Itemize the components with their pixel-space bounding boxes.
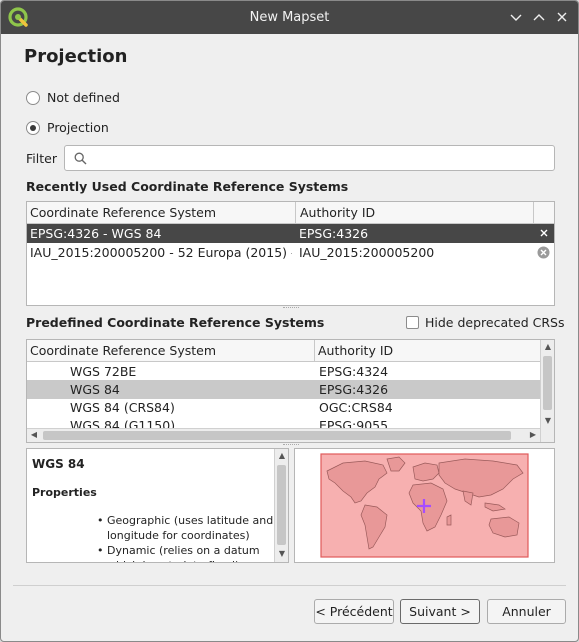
property-item: Geographic (uses latitude and longitude … xyxy=(97,513,279,543)
recent-crs-heading: Recently Used Coordinate Reference Syste… xyxy=(26,179,349,194)
remove-icon[interactable] xyxy=(537,246,550,259)
close-icon[interactable] xyxy=(554,9,570,25)
properties-heading: Properties xyxy=(32,486,97,499)
scroll-down-icon[interactable]: ▼ xyxy=(275,549,288,558)
scroll-up-icon[interactable]: ▲ xyxy=(275,451,288,460)
table-row[interactable]: IAU_2015:200005200 - 52 Europa (2015) - … xyxy=(27,243,554,262)
scroll-thumb[interactable] xyxy=(43,431,511,440)
authority-cell: IAU_2015:200005200 xyxy=(299,245,435,260)
cancel-button[interactable]: Annuler xyxy=(487,599,566,624)
splitter-handle[interactable] xyxy=(283,307,299,310)
crs-name-cell: EPSG:4326 - WGS 84 xyxy=(30,226,162,241)
crs-name-cell: WGS 72BE xyxy=(70,364,137,379)
splitter-handle[interactable] xyxy=(283,444,299,447)
column-divider[interactable] xyxy=(295,202,296,224)
column-divider[interactable] xyxy=(533,202,534,224)
back-button[interactable]: < Précédent xyxy=(314,599,394,624)
page-title: Projection xyxy=(24,46,128,67)
crs-name-cell: WGS 84 (CRS84) xyxy=(70,400,175,415)
table-row[interactable]: WGS 84 EPSG:4326 xyxy=(27,380,540,399)
footer-separator xyxy=(13,585,566,586)
hide-deprecated-label: Hide deprecated CRSs xyxy=(425,315,565,330)
remove-icon[interactable] xyxy=(539,228,549,238)
filter-label: Filter xyxy=(26,151,57,166)
authority-cell: EPSG:4326 xyxy=(319,382,389,397)
filter-field[interactable] xyxy=(64,145,555,171)
filter-input[interactable] xyxy=(93,149,548,167)
table-header: Coordinate Reference System Authority ID xyxy=(27,340,540,362)
radio-button[interactable] xyxy=(26,90,40,105)
chevron-down-icon[interactable] xyxy=(508,9,524,25)
scroll-thumb[interactable] xyxy=(277,465,286,545)
crs-name-cell: IAU_2015:200005200 - 52 Europa (2015) - … xyxy=(30,245,292,260)
column-header-crs[interactable]: Coordinate Reference System xyxy=(30,343,216,358)
scroll-left-icon[interactable]: ◀ xyxy=(27,430,41,439)
crs-extent-map xyxy=(294,448,555,563)
new-mapset-dialog: New Mapset Projection Not defined Projec… xyxy=(0,0,579,642)
chevron-up-icon[interactable] xyxy=(531,9,547,25)
table-row[interactable]: WGS 72BE EPSG:4324 xyxy=(27,362,540,381)
world-map xyxy=(320,453,529,558)
table-row[interactable]: WGS 84 (CRS84) OGC:CRS84 xyxy=(27,398,540,417)
properties-list: Geographic (uses latitude and longitude … xyxy=(97,513,279,562)
table-row[interactable]: EPSG:4326 - WGS 84 EPSG:4326 xyxy=(27,224,554,243)
crs-name-cell: WGS 84 xyxy=(70,382,120,397)
next-button[interactable]: Suivant > xyxy=(400,599,480,624)
horizontal-scrollbar[interactable]: ◀ ▶ xyxy=(27,428,540,442)
scroll-up-icon[interactable]: ▲ xyxy=(541,342,554,351)
column-divider[interactable] xyxy=(314,340,315,362)
authority-cell: EPSG:4324 xyxy=(319,364,389,379)
radio-label: Projection xyxy=(47,120,109,135)
vertical-scrollbar[interactable]: ▲ ▼ xyxy=(540,340,554,442)
radio-projection[interactable]: Projection xyxy=(26,120,109,135)
crs-details-panel: WGS 84 Properties Geographic (uses latit… xyxy=(26,448,289,563)
window-title: New Mapset xyxy=(249,10,330,25)
column-header-authority[interactable]: Authority ID xyxy=(300,205,375,220)
table-header: Coordinate Reference System Authority ID xyxy=(27,202,554,224)
radio-label: Not defined xyxy=(47,90,120,105)
radio-button[interactable] xyxy=(26,120,40,135)
authority-cell: EPSG:4326 xyxy=(299,226,369,241)
scroll-right-icon[interactable]: ▶ xyxy=(526,430,540,439)
vertical-scrollbar[interactable]: ▲ ▼ xyxy=(274,449,288,562)
authority-cell: OGC:CRS84 xyxy=(319,400,393,415)
radio-not-defined[interactable]: Not defined xyxy=(26,90,120,105)
scroll-thumb[interactable] xyxy=(543,356,552,410)
title-bar: New Mapset xyxy=(1,1,578,34)
predefined-crs-heading: Predefined Coordinate Reference Systems xyxy=(26,315,325,330)
property-item: Dynamic (relies on a datum which is not … xyxy=(97,543,279,562)
recent-crs-table[interactable]: Coordinate Reference System Authority ID… xyxy=(26,201,555,306)
scroll-down-icon[interactable]: ▼ xyxy=(541,416,554,425)
crs-details-title: WGS 84 xyxy=(32,457,85,471)
hide-deprecated-checkbox[interactable] xyxy=(406,316,419,329)
hide-deprecated-toggle[interactable]: Hide deprecated CRSs xyxy=(406,315,564,330)
predefined-crs-table[interactable]: Coordinate Reference System Authority ID… xyxy=(26,339,555,443)
column-header-crs[interactable]: Coordinate Reference System xyxy=(30,205,216,220)
column-header-authority[interactable]: Authority ID xyxy=(318,343,393,358)
search-icon xyxy=(74,152,87,165)
